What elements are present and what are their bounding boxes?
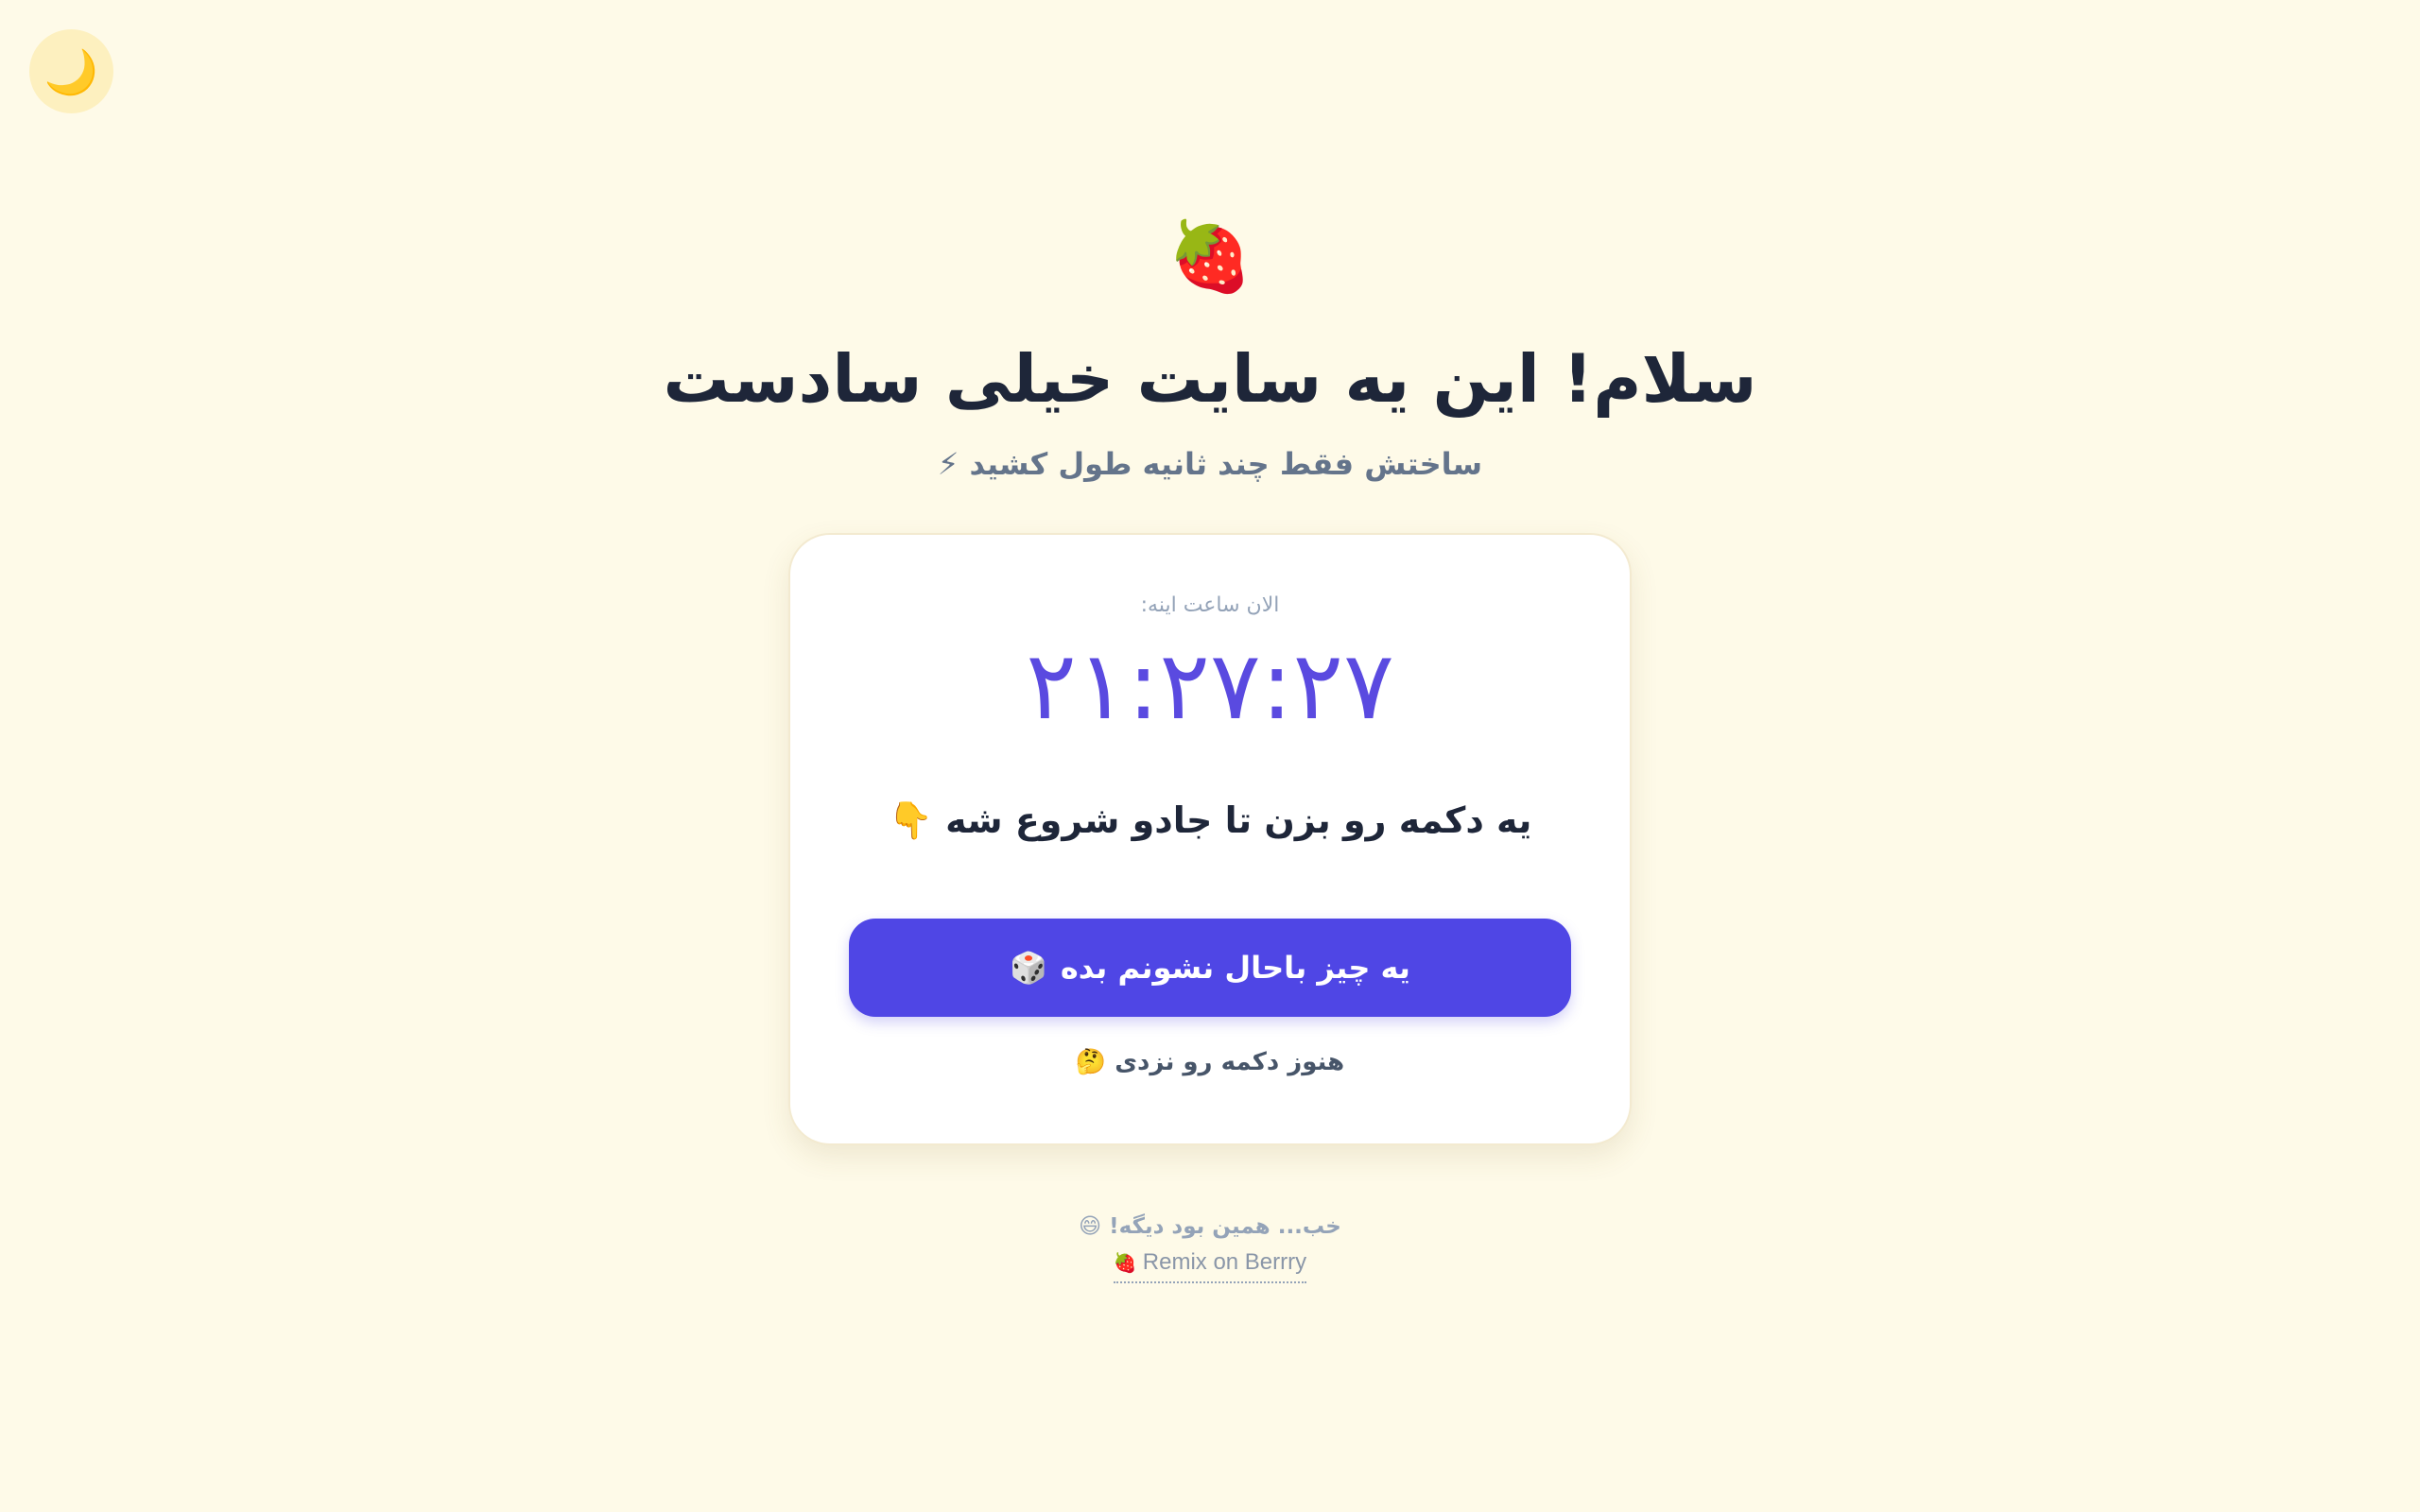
moon-icon: 🌙 (43, 46, 99, 96)
clock-label: الان ساعت اینه: (1140, 593, 1280, 617)
status-text: هنوز دکمه رو نزدی 🤔 (1075, 1048, 1345, 1076)
hero: 🍓 سلام! این یه سایت خیلی سادست ساختش فقط… (0, 214, 2420, 488)
remix-link-label: Remix on Berrry (1142, 1249, 1307, 1275)
show-something-cool-button[interactable]: یه چیز باحال نشونم بده 🎲 (849, 919, 1571, 1017)
strawberry-icon: 🍓 (1113, 1253, 1137, 1274)
strawberry-icon: 🍓 (1167, 216, 1253, 296)
clock-display: ۲۱:۲۷:۲۷ (1026, 630, 1394, 741)
button-label: یه چیز باحال نشونم بده (1060, 950, 1410, 986)
theme-toggle-button[interactable]: 🌙 (29, 29, 113, 113)
remix-link[interactable]: 🍓 Remix on Berrry (1113, 1246, 1307, 1283)
footer: خب... همین بود دیگه! 😄 🍓 Remix on Berrry (0, 1208, 2420, 1283)
footer-text: خب... همین بود دیگه! 😄 (1079, 1214, 1341, 1239)
page-subtitle: ساختش فقط چند ثانیه طول کشید ⚡ (937, 446, 1483, 482)
prompt-text: یه دکمه رو بزن تا جادو شروع شه 👇 (888, 799, 1532, 841)
dice-icon: 🎲 (1010, 950, 1047, 986)
main-card: الان ساعت اینه: ۲۱:۲۷:۲۷ یه دکمه رو بزن … (788, 533, 1632, 1145)
page-title: سلام! این یه سایت خیلی سادست (663, 340, 1758, 418)
